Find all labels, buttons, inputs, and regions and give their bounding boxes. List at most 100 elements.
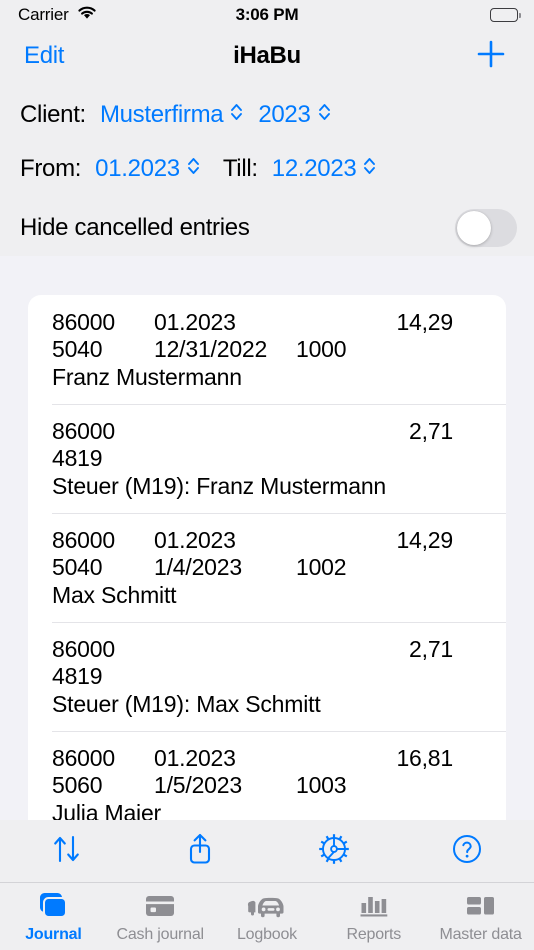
- entry-date: 1/5/2023: [154, 772, 242, 798]
- client-label: Client:: [20, 101, 86, 128]
- entry-line-top: 86000 2,71: [28, 636, 506, 663]
- entry-line-middle: 5040 12/31/2022 1000: [28, 336, 506, 363]
- period-filter-row: From: 01.2023 Till: 12.2023: [0, 146, 534, 192]
- entry-description: Steuer (M19): Franz Mustermann: [52, 473, 387, 499]
- status-bar-right: [490, 8, 521, 22]
- entry-account: 86000: [52, 309, 115, 335]
- chevron-up-down-icon: [229, 101, 244, 130]
- filter-panel: Client: Musterfirma 2023 From: 01.2023 T…: [0, 82, 534, 256]
- entry-contra-account: 5060: [52, 772, 103, 798]
- chevron-up-down-icon: [317, 101, 332, 130]
- tab-label-master-data: Master data: [439, 926, 522, 943]
- settings-button[interactable]: [267, 820, 401, 882]
- entry-line-top: 86000 2,71: [28, 418, 506, 445]
- page-title: iHaBu: [233, 42, 301, 69]
- hide-cancelled-toggle[interactable]: [455, 209, 517, 247]
- tab-reports[interactable]: Reports: [320, 883, 427, 944]
- app-screen: Carrier 3:06 PM Edit iHaBu Client: Muste…: [0, 0, 534, 950]
- entry-document-number: 1000: [296, 336, 347, 362]
- year-picker[interactable]: 2023: [258, 101, 331, 130]
- sort-arrows-icon: [50, 832, 84, 871]
- till-month-picker[interactable]: 12.2023: [272, 155, 378, 184]
- entry-line-middle: 4819: [28, 445, 506, 472]
- client-picker-value: Musterfirma: [99, 101, 224, 128]
- list-item[interactable]: 86000 01.2023 16,81 5060 1/5/2023 1003 J…: [28, 731, 506, 820]
- entry-account: 86000: [52, 418, 115, 444]
- entry-line-middle: 5040 1/4/2023 1002: [28, 554, 506, 581]
- list-item[interactable]: 86000 01.2023 14,29 5040 12/31/2022 1000…: [28, 295, 506, 404]
- gear-icon: [317, 832, 351, 871]
- entry-period: 01.2023: [154, 745, 236, 771]
- entry-account: 86000: [52, 745, 115, 771]
- till-picker-value: 12.2023: [271, 155, 357, 182]
- year-picker-value: 2023: [258, 101, 311, 128]
- list-item[interactable]: 86000 2,71 4819 Steuer (M19): Max Schmit…: [28, 622, 506, 731]
- entry-amount: 16,81: [396, 745, 453, 771]
- tab-bar: Journal Cash journal Logbook Reports Mas…: [0, 882, 534, 950]
- entry-date: 1/4/2023: [154, 554, 242, 580]
- grid-blocks-icon: [462, 889, 500, 923]
- share-icon: [183, 831, 217, 872]
- hide-cancelled-label: Hide cancelled entries: [20, 214, 250, 241]
- journal-list-region[interactable]: 86000 01.2023 14,29 5040 12/31/2022 1000…: [0, 256, 534, 820]
- tab-cash-journal[interactable]: Cash journal: [107, 883, 214, 944]
- entry-contra-account: 5040: [52, 554, 103, 580]
- bar-chart-icon: [356, 889, 392, 923]
- entry-amount: 14,29: [396, 527, 453, 553]
- bottom-toolbar: [0, 820, 534, 882]
- entry-contra-account: 4819: [52, 663, 103, 689]
- client-picker[interactable]: Musterfirma: [100, 101, 244, 130]
- chevron-up-down-icon: [186, 155, 201, 184]
- car-icon: [245, 889, 289, 923]
- entry-amount: 2,71: [409, 636, 453, 662]
- from-month-picker[interactable]: 01.2023: [95, 155, 201, 184]
- from-label: From:: [20, 155, 82, 182]
- entry-line-middle: 4819: [28, 663, 506, 690]
- entry-account: 86000: [52, 527, 115, 553]
- tab-journal[interactable]: Journal: [0, 883, 107, 944]
- sort-button[interactable]: [0, 820, 134, 882]
- hide-cancelled-row: Hide cancelled entries: [0, 200, 534, 256]
- toggle-knob: [457, 211, 491, 245]
- entry-contra-account: 5040: [52, 336, 103, 362]
- entry-document-number: 1002: [296, 554, 347, 580]
- card-icon: [141, 889, 179, 923]
- entry-line-top: 86000 01.2023 14,29: [28, 309, 506, 336]
- list-item[interactable]: 86000 2,71 4819 Steuer (M19): Franz Must…: [28, 404, 506, 513]
- add-entry-button[interactable]: [470, 35, 512, 77]
- entry-date: 12/31/2022: [154, 336, 268, 362]
- list-item[interactable]: 86000 01.2023 14,29 5040 1/4/2023 1002 M…: [28, 513, 506, 622]
- entry-line-top: 86000 01.2023 16,81: [28, 745, 506, 772]
- help-button[interactable]: [401, 820, 534, 882]
- status-bar-time: 3:06 PM: [235, 5, 299, 24]
- plus-icon: [474, 37, 508, 76]
- battery-icon: [490, 8, 521, 22]
- entry-description: Julia Maier: [52, 800, 162, 820]
- stacked-cards-icon: [34, 889, 72, 923]
- tab-label-reports: Reports: [346, 926, 402, 943]
- entry-description: Franz Mustermann: [52, 364, 242, 390]
- entry-period: 01.2023: [154, 527, 236, 553]
- till-label: Till:: [222, 155, 258, 182]
- tab-label-journal: Journal: [25, 926, 82, 943]
- entry-contra-account: 4819: [52, 445, 103, 471]
- from-picker-value: 01.2023: [95, 155, 180, 182]
- tab-logbook[interactable]: Logbook: [214, 883, 321, 944]
- entry-amount: 2,71: [409, 418, 453, 444]
- tab-label-cash-journal: Cash journal: [116, 926, 204, 943]
- entry-amount: 14,29: [396, 309, 453, 335]
- status-bar: Carrier 3:06 PM: [0, 0, 534, 30]
- entry-line-top: 86000 01.2023 14,29: [28, 527, 506, 554]
- tab-label-logbook: Logbook: [236, 926, 297, 943]
- tab-master-data[interactable]: Master data: [427, 883, 534, 944]
- entry-period: 01.2023: [154, 309, 236, 335]
- entry-description: Steuer (M19): Max Schmitt: [52, 691, 321, 717]
- entry-account: 86000: [52, 636, 115, 662]
- question-mark-circle-icon: [451, 833, 483, 870]
- chevron-up-down-icon: [362, 155, 377, 184]
- entry-description: Max Schmitt: [52, 582, 177, 608]
- entry-document-number: 1003: [296, 772, 347, 798]
- client-filter-row: Client: Musterfirma 2023: [0, 92, 534, 138]
- share-button[interactable]: [134, 820, 268, 882]
- entry-line-middle: 5060 1/5/2023 1003: [28, 772, 506, 799]
